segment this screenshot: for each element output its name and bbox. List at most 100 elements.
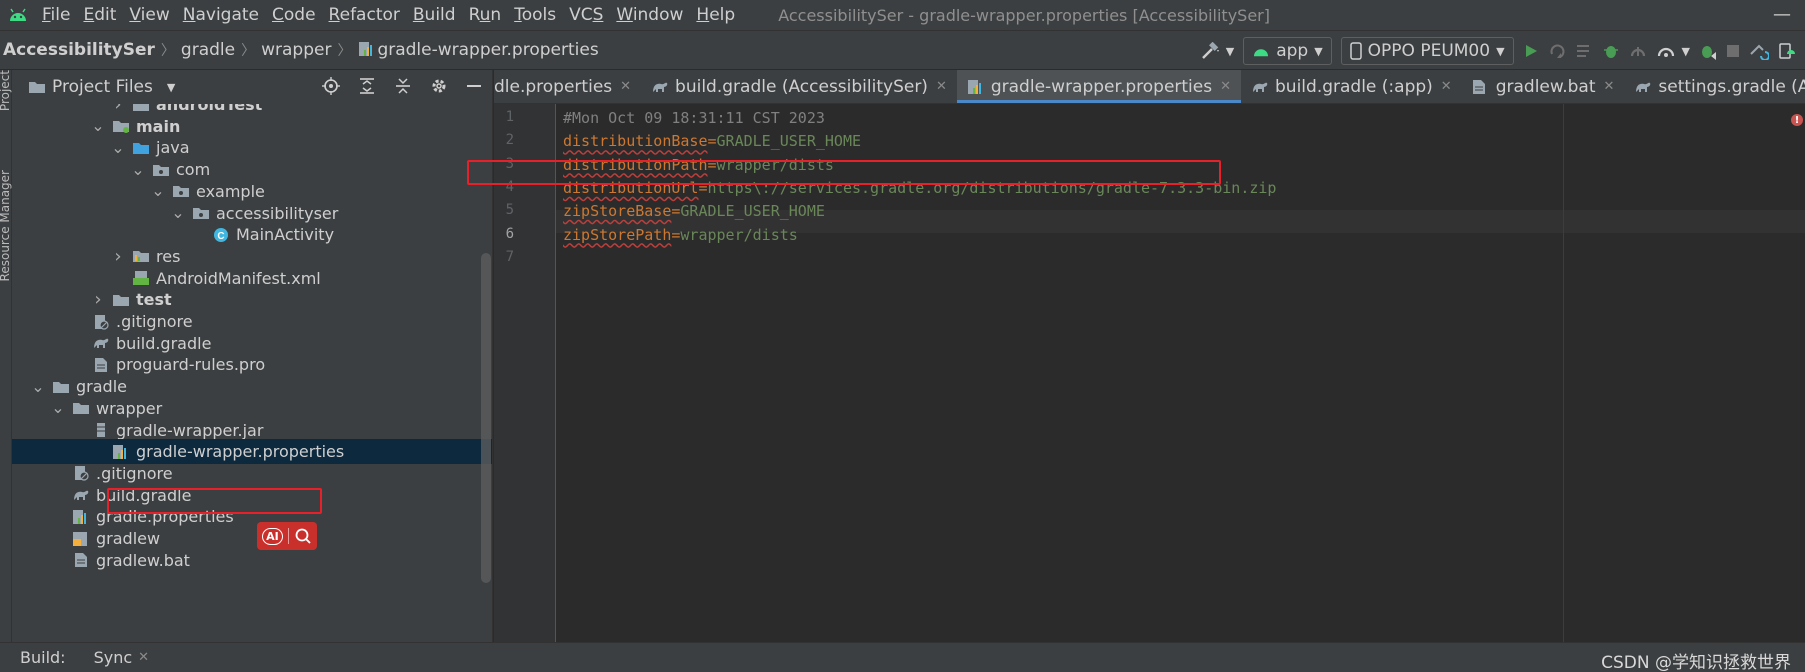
editor-tab[interactable]: gradlew.bat ✕ [1462, 70, 1625, 103]
device-manager-icon[interactable] [1778, 38, 1796, 64]
tree-item-label: accessibilityser [216, 203, 339, 223]
line-number: 2 [505, 132, 514, 149]
manifest-icon [132, 270, 150, 286]
locate-file-icon[interactable] [322, 77, 340, 100]
editor-tab-label: gradle-wrapper.properties [990, 76, 1213, 97]
breadcrumb-gradle[interactable]: gradle [181, 40, 235, 60]
code-line[interactable]: zipStorePath=wrapper/dists [563, 224, 798, 246]
menu-tools[interactable]: Tools [514, 5, 556, 25]
menu-bar: File Edit View Navigate Code Refactor Build Run… [0, 0, 1805, 30]
menu-code[interactable]: Code [272, 5, 316, 25]
editor-tab[interactable]: dle.properties ✕ [494, 70, 641, 103]
editor-tab-label: dle.properties [494, 76, 613, 97]
menu-view[interactable]: View [129, 5, 169, 25]
run-configuration-select[interactable]: app ▼ [1243, 37, 1332, 65]
apply-changes-icon[interactable] [1548, 38, 1566, 64]
breadcrumb-file-label: gradle-wrapper.properties [377, 40, 599, 60]
editor-tab[interactable]: gradle-wrapper.properties ✕ [956, 70, 1242, 103]
class-icon: C [212, 227, 230, 243]
property-separator: = [707, 132, 717, 151]
close-tab-icon[interactable]: ✕ [1604, 79, 1615, 94]
sync-tab[interactable]: Sync [94, 648, 133, 667]
chevron-down-icon[interactable]: ⌄ [50, 400, 66, 416]
chevron-down-icon[interactable]: ⌄ [130, 161, 146, 177]
folder-icon [112, 292, 130, 308]
breadcrumb-project[interactable]: AccessibilitySer [3, 40, 155, 60]
file-icon [92, 357, 110, 373]
breadcrumb-separator-icon: 〉 [160, 43, 175, 59]
phone-icon [1349, 42, 1362, 60]
property-value: wrapper/dists [680, 225, 798, 244]
menu-build[interactable]: Build [413, 5, 456, 25]
tree-item-label: AndroidManifest.xml [156, 268, 321, 288]
code-line[interactable]: distributionBase=GRADLE_USER_HOME [563, 130, 861, 152]
tree-item-label: gradle-wrapper.properties [136, 442, 345, 462]
code-line[interactable]: #Mon Oct 09 18:31:11 CST 2023 [563, 107, 825, 129]
android-icon [1254, 49, 1269, 57]
chevron-down-icon[interactable]: ⌄ [110, 139, 126, 155]
close-icon[interactable]: ✕ [138, 650, 149, 665]
project-tree-scrollbar[interactable] [481, 253, 491, 583]
breadcrumb-file[interactable]: gradle-wrapper.properties [357, 40, 599, 60]
sync-gradle-icon[interactable] [1749, 38, 1769, 64]
close-tab-icon[interactable]: ✕ [936, 79, 947, 94]
tree-item[interactable]: gradlew.bat [12, 548, 492, 573]
close-tab-icon[interactable]: ✕ [620, 79, 631, 94]
chevron-right-icon[interactable]: › [110, 246, 126, 267]
folder-icon [132, 104, 150, 113]
gear-icon[interactable] [430, 77, 448, 100]
line-number: 7 [505, 248, 514, 265]
apply-code-changes-icon[interactable] [1575, 38, 1593, 64]
chevron-down-icon[interactable]: ⌄ [90, 118, 106, 134]
build-hammer-icon[interactable]: ▼ [1200, 38, 1234, 64]
menu-run[interactable]: Run [469, 5, 502, 25]
tree-item-label: gradlew.bat [96, 550, 190, 570]
collapse-all-icon[interactable] [394, 77, 412, 100]
attach-debugger-icon[interactable]: ▼ [1656, 38, 1690, 64]
menu-help[interactable]: Help [696, 5, 735, 25]
properties-icon [112, 444, 130, 460]
editor-tab[interactable]: settings.gradle (AccessibilitySer)✕ [1624, 70, 1805, 103]
menu-navigate[interactable]: Navigate [183, 5, 259, 25]
tree-item-label: .gitignore [96, 463, 173, 483]
ai-badge-separator [287, 528, 289, 544]
chevron-right-icon[interactable]: › [90, 289, 106, 310]
tree-item-label: wrapper [96, 398, 163, 418]
folder-icon [72, 400, 90, 416]
menu-file[interactable]: File [42, 5, 70, 25]
menu-refactor[interactable]: Refactor [329, 5, 400, 25]
project-view-title[interactable]: Project Files [52, 77, 153, 97]
expand-all-icon[interactable] [358, 77, 376, 100]
hide-panel-icon[interactable] [466, 77, 482, 100]
profile-icon[interactable] [1629, 38, 1647, 64]
resource-manager-tool-tab[interactable]: Resource Manager [0, 170, 12, 281]
menu-window[interactable]: Window [616, 5, 683, 25]
chevron-down-icon[interactable]: ⌄ [170, 205, 186, 221]
code-editor[interactable]: 1234567 #Mon Oct 09 18:31:11 CST 2023 dis… [467, 104, 1805, 642]
debug-icon[interactable] [1602, 38, 1620, 64]
chevron-down-icon[interactable]: ⌄ [150, 183, 166, 199]
breadcrumb-wrapper[interactable]: wrapper [261, 40, 331, 60]
project-tool-tab[interactable]: Project [0, 70, 12, 111]
menu-edit[interactable]: Edit [83, 5, 116, 25]
tree-item-label: MainActivity [236, 225, 335, 245]
device-select[interactable]: OPPO PEUM00 ▼ [1340, 37, 1514, 65]
menu-vcs[interactable]: VCS [569, 5, 603, 25]
build-tool-window-label: Build: [20, 648, 66, 667]
attach-debugger-android-icon[interactable] [1699, 38, 1717, 64]
editor-tab[interactable]: build.gradle (AccessibilitySer) ✕ [641, 70, 957, 103]
editor-tab[interactable]: build.gradle (:app) ✕ [1241, 70, 1462, 103]
error-indicator-icon[interactable]: ! [1791, 114, 1803, 126]
minimize-window-button[interactable]: — [1773, 4, 1791, 25]
ai-search-badge[interactable]: AI [257, 522, 317, 550]
editor-tab-label: build.gradle (AccessibilitySer) [675, 76, 928, 97]
code-line[interactable]: zipStoreBase=GRADLE_USER_HOME [563, 200, 825, 222]
run-icon[interactable] [1523, 38, 1539, 64]
tree-item-label: proguard-rules.pro [116, 355, 266, 375]
tree-item-label: java [156, 138, 190, 158]
view-mode-dropdown-icon[interactable]: ▼ [167, 81, 175, 94]
close-tab-icon[interactable]: ✕ [1220, 79, 1231, 94]
stop-icon[interactable] [1726, 38, 1740, 64]
chevron-down-icon[interactable]: ⌄ [30, 378, 46, 394]
close-tab-icon[interactable]: ✕ [1441, 79, 1452, 94]
